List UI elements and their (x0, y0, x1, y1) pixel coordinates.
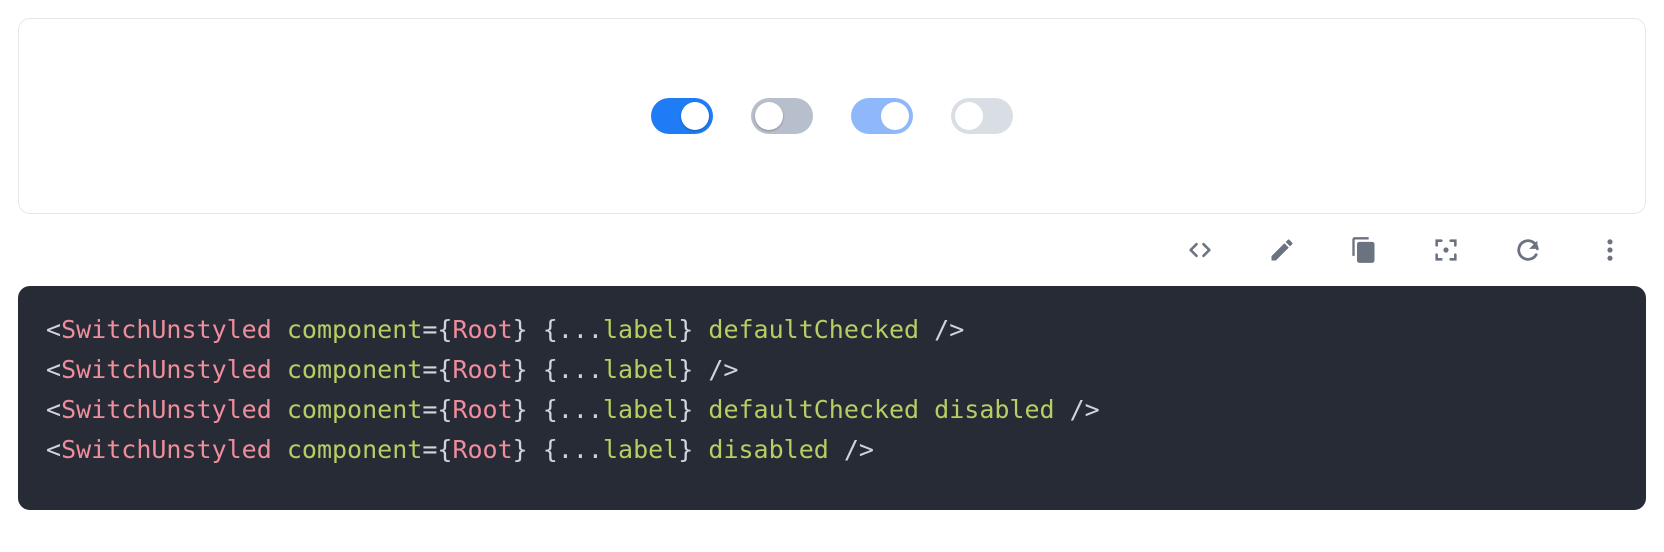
code-line: <SwitchUnstyled component={Root} {...lab… (46, 310, 1618, 350)
switch-off[interactable] (751, 98, 813, 134)
switch-thumb (681, 102, 709, 130)
refresh-icon[interactable] (1512, 234, 1544, 266)
demo-preview (18, 18, 1646, 214)
code-line: <SwitchUnstyled component={Root} {...lab… (46, 430, 1618, 470)
switch-off-disabled (951, 98, 1013, 134)
code-line: <SwitchUnstyled component={Root} {...lab… (46, 390, 1618, 430)
switch-on[interactable] (651, 98, 713, 134)
focus-icon[interactable] (1430, 234, 1462, 266)
switch-thumb (755, 102, 783, 130)
copy-icon[interactable] (1348, 234, 1380, 266)
code-icon[interactable] (1184, 234, 1216, 266)
more-icon[interactable] (1594, 234, 1626, 266)
switch-thumb (881, 102, 909, 130)
edit-icon[interactable] (1266, 234, 1298, 266)
switch-thumb (955, 102, 983, 130)
code-block[interactable]: <SwitchUnstyled component={Root} {...lab… (18, 286, 1646, 510)
code-toolbar (18, 214, 1646, 286)
switch-on-disabled (851, 98, 913, 134)
code-line: <SwitchUnstyled component={Root} {...lab… (46, 350, 1618, 390)
